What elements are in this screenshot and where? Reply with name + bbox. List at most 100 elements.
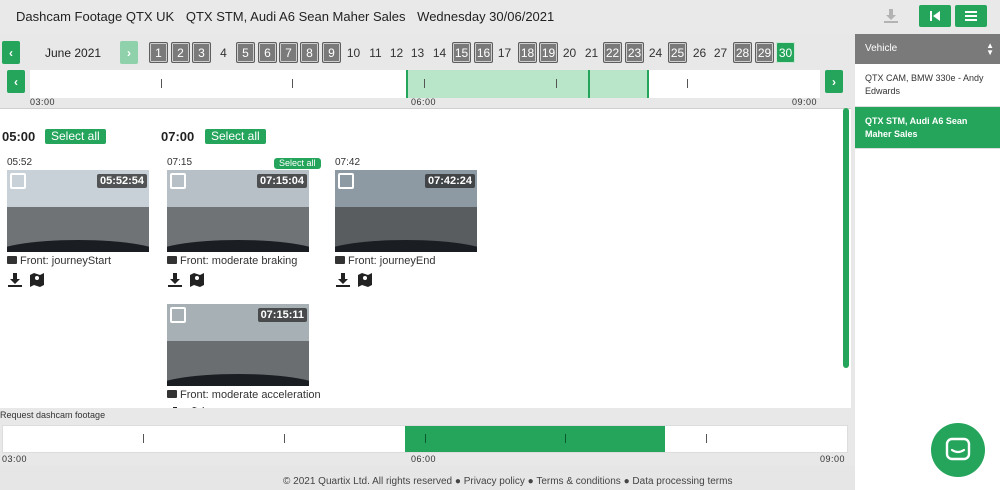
calendar-day[interactable]: 23 [625, 42, 644, 63]
map-icon[interactable] [29, 272, 45, 288]
calendar-day[interactable]: 26 [690, 42, 709, 63]
calendar-day[interactable]: 19 [539, 42, 558, 63]
clip-thumbnail[interactable]: 07:15:11 [167, 304, 309, 386]
clip-checkbox[interactable] [338, 173, 354, 189]
clip-checkbox[interactable] [170, 307, 186, 323]
clip-caption-text: Front: journeyEnd [348, 255, 436, 267]
timeline-prev-button[interactable]: ‹ [7, 70, 25, 93]
calendar-day[interactable]: 29 [755, 42, 774, 63]
calendar-day[interactable]: 5 [236, 42, 255, 63]
vehicle-item[interactable]: QTX CAM, BMW 330e - Andy Edwards [855, 64, 1000, 107]
calendar-day[interactable]: 1 [149, 42, 168, 63]
timeline-selected-range[interactable] [406, 70, 648, 98]
clip-thumbnail[interactable]: 05:52:54 [7, 170, 149, 252]
download-icon[interactable] [7, 272, 23, 288]
calendar-day[interactable]: 30 [776, 42, 795, 63]
calendar-day[interactable]: 3 [192, 42, 211, 63]
calendar-day[interactable]: 12 [387, 42, 406, 63]
download-icon[interactable] [335, 272, 351, 288]
calendar-day[interactable]: 10 [344, 42, 363, 63]
request-track[interactable] [2, 425, 848, 453]
clip-time: 07:15 [167, 157, 193, 168]
camera-icon [7, 256, 17, 264]
calendar-day[interactable]: 8 [300, 42, 319, 63]
scrollbar[interactable] [843, 108, 849, 368]
timeline-tick [292, 79, 293, 88]
clip-checkbox[interactable] [170, 173, 186, 189]
map-icon[interactable] [189, 272, 205, 288]
vehicle-title: QTX STM, Audi A6 Sean Maher Sales [185, 9, 406, 24]
calendar-day[interactable]: 22 [603, 42, 622, 63]
calendar-day[interactable]: 27 [711, 42, 730, 63]
select-all-button[interactable]: Select all [205, 129, 266, 144]
timeline-start-handle[interactable] [406, 70, 408, 98]
request-label-end: 09:00 [820, 454, 846, 464]
data-terms-link[interactable]: Data processing terms [632, 476, 732, 487]
camera-icon [167, 256, 177, 264]
chat-button[interactable] [931, 423, 985, 477]
first-clip-button[interactable] [919, 5, 951, 27]
vehicle-item-selected[interactable]: QTX STM, Audi A6 Sean Maher Sales [855, 107, 1000, 149]
clip-checkbox[interactable] [10, 173, 26, 189]
separator-dot: ● [527, 476, 534, 487]
clip-card: 07:15:11 Front: moderate acceleration [167, 291, 321, 408]
timeline-next-button[interactable]: › [825, 70, 843, 93]
download-icon[interactable] [167, 406, 183, 408]
calendar-day[interactable]: 16 [474, 42, 493, 63]
request-tick [706, 434, 707, 443]
clip-thumbnail[interactable]: 07:15:04 [167, 170, 309, 252]
clip-caption: Front: journeyEnd [335, 255, 479, 267]
timeline-tick [161, 79, 162, 88]
calendar-day[interactable]: 7 [279, 42, 298, 63]
calendar-day[interactable]: 24 [646, 42, 665, 63]
prev-month-button[interactable]: ‹ [2, 41, 20, 64]
request-selected-range[interactable] [405, 426, 665, 452]
privacy-link[interactable]: Privacy policy [464, 476, 525, 487]
request-tick [565, 434, 566, 443]
menu-icon [965, 11, 977, 21]
clip-card: 07:42 07:42:24 Front: journeyEnd [335, 157, 479, 288]
download-all-button[interactable] [878, 5, 904, 27]
timeline-mid-handle[interactable] [588, 70, 590, 98]
hour-heading: 05:00 [2, 129, 36, 144]
calendar-day[interactable]: 2 [171, 42, 190, 63]
calendar-day[interactable]: 14 [430, 42, 449, 63]
map-icon[interactable] [189, 406, 205, 408]
vehicle-column-header[interactable]: Vehicle ▲ ▼ [855, 34, 1000, 64]
calendar-day[interactable]: 11 [366, 42, 385, 63]
top-bar: Dashcam Footage QTX UK QTX STM, Audi A6 … [0, 0, 1000, 34]
calendar-day[interactable]: 21 [582, 42, 601, 63]
page-title: Dashcam Footage QTX UK QTX STM, Audi A6 … [16, 9, 562, 24]
calendar-day[interactable]: 28 [733, 42, 752, 63]
calendar-day[interactable]: 25 [668, 42, 687, 63]
calendar-day[interactable]: 15 [452, 42, 471, 63]
calendar-day[interactable]: 13 [408, 42, 427, 63]
app-title: Dashcam Footage QTX UK [16, 9, 175, 24]
clip-caption: Front: journeyStart [7, 255, 151, 267]
timeline-tick [556, 79, 557, 88]
clip-actions [7, 272, 151, 288]
calendar-day[interactable]: 9 [322, 42, 341, 63]
footage-panel: ‹ June 2021 › 1 2 3 4 5 6 7 8 9 10 11 12 13 14 15 16 17 1… [0, 34, 855, 466]
clip-actions [167, 272, 311, 288]
timeline-end-handle[interactable] [647, 70, 649, 98]
select-all-button[interactable]: Select all [45, 129, 106, 144]
chat-icon [945, 437, 971, 461]
download-icon[interactable] [167, 272, 183, 288]
map-icon[interactable] [357, 272, 373, 288]
camera-icon [167, 390, 177, 398]
calendar-day[interactable]: 18 [518, 42, 537, 63]
clip-card: 07:15 07:15:04 Front: moderate braking [167, 157, 311, 288]
calendar-day[interactable]: 6 [258, 42, 277, 63]
timeline-track[interactable] [30, 70, 820, 98]
next-month-button[interactable]: › [120, 41, 138, 64]
clip-caption-text: Front: journeyStart [20, 255, 112, 267]
calendar-day[interactable]: 17 [495, 42, 514, 63]
calendar-day[interactable]: 4 [214, 42, 233, 63]
chevron-left-icon: ‹ [9, 45, 13, 60]
calendar-day[interactable]: 20 [560, 42, 579, 63]
terms-link[interactable]: Terms & conditions [536, 476, 620, 487]
clip-thumbnail[interactable]: 07:42:24 [335, 170, 477, 252]
menu-button[interactable] [955, 5, 987, 27]
clip-card: 05:52 05:52:54 Front: journeyStart [7, 157, 151, 288]
